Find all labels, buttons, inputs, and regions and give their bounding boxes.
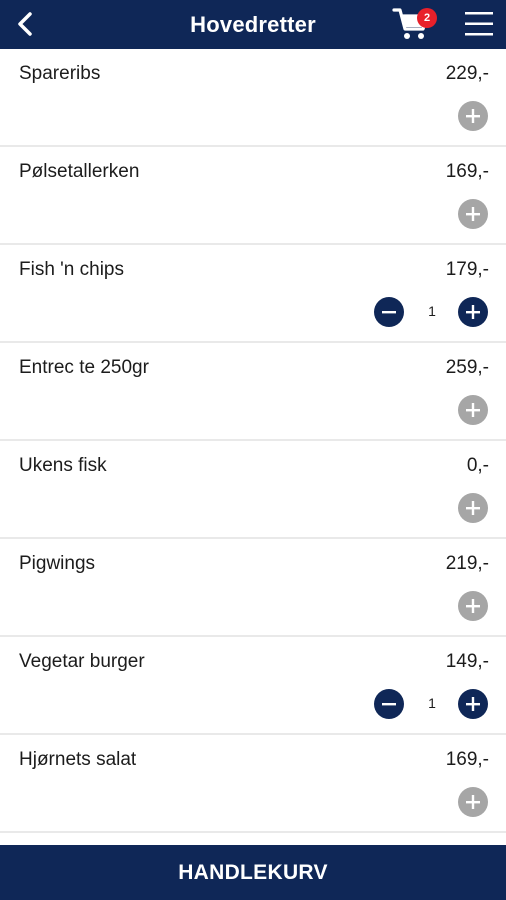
add-to-cart-button[interactable]: [458, 493, 488, 523]
plus-icon: [466, 403, 480, 417]
dish-price: 169,-: [445, 749, 489, 770]
dish-price: 169,-: [445, 161, 489, 182]
minus-icon: [382, 311, 396, 314]
dish-price: 219,-: [445, 553, 489, 574]
dish-price: 229,-: [445, 63, 489, 84]
dish-price: 149,-: [445, 651, 489, 672]
dish-name: Fish 'n chips: [19, 259, 125, 280]
hamburger-menu-icon: [465, 12, 493, 36]
list-item: Entrec te 250gr 259,-: [0, 343, 506, 441]
decrease-quantity-button[interactable]: [374, 689, 404, 719]
dish-price: 179,-: [445, 259, 489, 280]
dish-name: Pigwings: [19, 553, 96, 574]
plus-icon: [466, 109, 480, 123]
list-item: Vegetar burger 149,- 1: [0, 637, 506, 735]
plus-icon: [466, 795, 480, 809]
add-to-cart-button[interactable]: [458, 591, 488, 621]
dish-name: Pølsetallerken: [19, 161, 140, 182]
add-to-cart-button[interactable]: [458, 297, 488, 327]
minus-icon: [382, 703, 396, 706]
dish-list: Spareribs 229,- Pølsetallerken 169,- Fish 'n…: [0, 49, 506, 845]
dish-name: Vegetar burger: [19, 651, 145, 672]
plus-icon: [466, 207, 480, 221]
plus-icon: [466, 697, 480, 711]
decrease-quantity-button[interactable]: [374, 297, 404, 327]
list-item: Ukens fisk 0,-: [0, 441, 506, 539]
chevron-left-icon: [18, 12, 32, 36]
plus-icon: [466, 599, 480, 613]
list-item: Fish 'n chips 179,- 1: [0, 245, 506, 343]
add-to-cart-button[interactable]: [458, 199, 488, 229]
checkout-button[interactable]: HANDLEKURV: [0, 845, 506, 900]
dish-price: 259,-: [445, 357, 489, 378]
dish-name: Entrec te 250gr: [19, 357, 149, 378]
quantity-value: 1: [428, 695, 436, 711]
dish-name: Spareribs: [19, 63, 101, 84]
add-to-cart-button[interactable]: [458, 689, 488, 719]
plus-icon: [466, 305, 480, 319]
back-button[interactable]: [10, 8, 40, 40]
dish-price: 0,-: [466, 455, 489, 476]
menu-button[interactable]: [464, 9, 494, 39]
top-bar: Hovedretter 2: [0, 0, 506, 49]
list-item: Pigwings 219,-: [0, 539, 506, 637]
dish-name: Hjørnets salat: [19, 749, 137, 770]
plus-icon: [466, 501, 480, 515]
cart-button[interactable]: 2: [392, 4, 438, 44]
list-item: Pølsetallerken 169,-: [0, 147, 506, 245]
list-item: Spareribs 229,-: [0, 49, 506, 147]
list-item: Hjørnets salat 169,-: [0, 735, 506, 833]
cart-count-badge: 2: [417, 8, 437, 28]
add-to-cart-button[interactable]: [458, 787, 488, 817]
add-to-cart-button[interactable]: [458, 101, 488, 131]
add-to-cart-button[interactable]: [458, 395, 488, 425]
dish-name: Ukens fisk: [19, 455, 107, 476]
quantity-value: 1: [428, 303, 436, 319]
